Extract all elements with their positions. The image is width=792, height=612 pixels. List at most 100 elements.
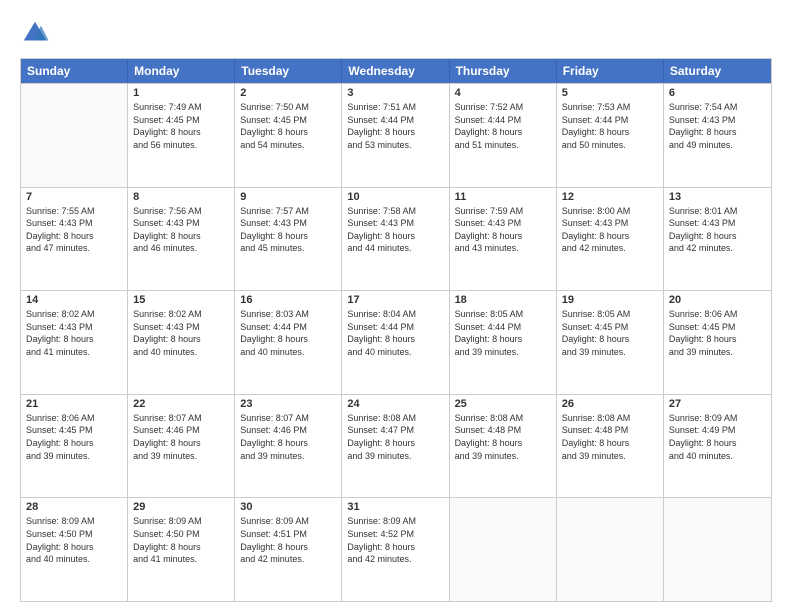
calendar-cell: 14Sunrise: 8:02 AMSunset: 4:43 PMDayligh… (21, 291, 128, 394)
cell-line: and 39 minutes. (562, 450, 658, 463)
cell-line: Daylight: 8 hours (455, 126, 551, 139)
cell-line: Sunset: 4:43 PM (562, 217, 658, 230)
cell-line: and 44 minutes. (347, 242, 443, 255)
calendar-cell: 9Sunrise: 7:57 AMSunset: 4:43 PMDaylight… (235, 188, 342, 291)
day-number: 27 (669, 398, 766, 410)
cell-line: and 39 minutes. (455, 450, 551, 463)
day-number: 13 (669, 191, 766, 203)
cell-line: Daylight: 8 hours (669, 333, 766, 346)
cell-line: Sunset: 4:51 PM (240, 528, 336, 541)
cell-line: Daylight: 8 hours (347, 230, 443, 243)
cell-line: Sunset: 4:44 PM (455, 114, 551, 127)
cell-line: Sunrise: 7:52 AM (455, 101, 551, 114)
cell-line: Sunset: 4:43 PM (455, 217, 551, 230)
day-number: 28 (26, 501, 122, 513)
cell-line: Daylight: 8 hours (133, 230, 229, 243)
cell-line: Sunset: 4:43 PM (26, 321, 122, 334)
cell-line: Sunrise: 7:49 AM (133, 101, 229, 114)
cell-line: and 39 minutes. (347, 450, 443, 463)
calendar-cell: 30Sunrise: 8:09 AMSunset: 4:51 PMDayligh… (235, 498, 342, 601)
cell-line: Daylight: 8 hours (455, 437, 551, 450)
cell-line: Daylight: 8 hours (347, 126, 443, 139)
cell-line: Daylight: 8 hours (562, 230, 658, 243)
day-number: 23 (240, 398, 336, 410)
cell-line: Daylight: 8 hours (455, 333, 551, 346)
cell-line: Sunrise: 8:02 AM (133, 308, 229, 321)
calendar-cell: 12Sunrise: 8:00 AMSunset: 4:43 PMDayligh… (557, 188, 664, 291)
cell-line: and 39 minutes. (455, 346, 551, 359)
cell-line: Daylight: 8 hours (26, 437, 122, 450)
cell-line: Sunset: 4:45 PM (26, 424, 122, 437)
cell-line: and 39 minutes. (669, 346, 766, 359)
cell-line: Daylight: 8 hours (669, 437, 766, 450)
cell-line: and 50 minutes. (562, 139, 658, 152)
day-number: 10 (347, 191, 443, 203)
cell-line: Sunrise: 7:54 AM (669, 101, 766, 114)
cell-line: and 45 minutes. (240, 242, 336, 255)
calendar-header-cell: Tuesday (235, 59, 342, 83)
cell-line: Daylight: 8 hours (562, 126, 658, 139)
day-number: 14 (26, 294, 122, 306)
cell-line: and 49 minutes. (669, 139, 766, 152)
cell-line: Sunset: 4:48 PM (562, 424, 658, 437)
calendar-cell: 31Sunrise: 8:09 AMSunset: 4:52 PMDayligh… (342, 498, 449, 601)
calendar-header-cell: Wednesday (342, 59, 449, 83)
day-number: 25 (455, 398, 551, 410)
calendar-cell: 10Sunrise: 7:58 AMSunset: 4:43 PMDayligh… (342, 188, 449, 291)
cell-line: Sunrise: 8:08 AM (562, 412, 658, 425)
day-number: 15 (133, 294, 229, 306)
logo (20, 18, 54, 48)
cell-line: Daylight: 8 hours (347, 437, 443, 450)
calendar-cell: 1Sunrise: 7:49 AMSunset: 4:45 PMDaylight… (128, 84, 235, 187)
cell-line: Sunset: 4:43 PM (669, 217, 766, 230)
calendar-cell: 8Sunrise: 7:56 AMSunset: 4:43 PMDaylight… (128, 188, 235, 291)
day-number: 18 (455, 294, 551, 306)
calendar-cell: 29Sunrise: 8:09 AMSunset: 4:50 PMDayligh… (128, 498, 235, 601)
day-number: 20 (669, 294, 766, 306)
cell-line: Sunrise: 7:55 AM (26, 205, 122, 218)
cell-line: Sunset: 4:50 PM (26, 528, 122, 541)
calendar-cell (557, 498, 664, 601)
calendar-week: 1Sunrise: 7:49 AMSunset: 4:45 PMDaylight… (21, 83, 771, 187)
calendar-cell (450, 498, 557, 601)
cell-line: Sunrise: 7:59 AM (455, 205, 551, 218)
calendar-cell: 5Sunrise: 7:53 AMSunset: 4:44 PMDaylight… (557, 84, 664, 187)
cell-line: Sunrise: 8:01 AM (669, 205, 766, 218)
day-number: 6 (669, 87, 766, 99)
cell-line: Sunset: 4:49 PM (669, 424, 766, 437)
cell-line: and 40 minutes. (347, 346, 443, 359)
cell-line: Daylight: 8 hours (133, 437, 229, 450)
cell-line: Sunrise: 8:08 AM (455, 412, 551, 425)
cell-line: Sunrise: 8:07 AM (240, 412, 336, 425)
calendar-cell: 26Sunrise: 8:08 AMSunset: 4:48 PMDayligh… (557, 395, 664, 498)
cell-line: Daylight: 8 hours (669, 126, 766, 139)
calendar-cell: 18Sunrise: 8:05 AMSunset: 4:44 PMDayligh… (450, 291, 557, 394)
cell-line: Daylight: 8 hours (562, 333, 658, 346)
cell-line: Sunrise: 7:50 AM (240, 101, 336, 114)
logo-icon (20, 18, 50, 48)
cell-line: and 40 minutes. (669, 450, 766, 463)
cell-line: Daylight: 8 hours (26, 230, 122, 243)
calendar-cell: 3Sunrise: 7:51 AMSunset: 4:44 PMDaylight… (342, 84, 449, 187)
cell-line: Sunset: 4:43 PM (347, 217, 443, 230)
cell-line: and 47 minutes. (26, 242, 122, 255)
calendar-week: 28Sunrise: 8:09 AMSunset: 4:50 PMDayligh… (21, 497, 771, 601)
cell-line: Sunrise: 7:53 AM (562, 101, 658, 114)
calendar-cell: 17Sunrise: 8:04 AMSunset: 4:44 PMDayligh… (342, 291, 449, 394)
cell-line: Sunrise: 8:06 AM (26, 412, 122, 425)
cell-line: Sunset: 4:46 PM (240, 424, 336, 437)
cell-line: and 39 minutes. (133, 450, 229, 463)
cell-line: Sunrise: 8:05 AM (455, 308, 551, 321)
cell-line: Sunset: 4:45 PM (240, 114, 336, 127)
day-number: 31 (347, 501, 443, 513)
day-number: 4 (455, 87, 551, 99)
calendar-cell: 11Sunrise: 7:59 AMSunset: 4:43 PMDayligh… (450, 188, 557, 291)
cell-line: Sunset: 4:44 PM (347, 114, 443, 127)
cell-line: Daylight: 8 hours (455, 230, 551, 243)
cell-line: and 43 minutes. (455, 242, 551, 255)
cell-line: and 41 minutes. (26, 346, 122, 359)
calendar-cell: 15Sunrise: 8:02 AMSunset: 4:43 PMDayligh… (128, 291, 235, 394)
cell-line: and 46 minutes. (133, 242, 229, 255)
cell-line: and 40 minutes. (240, 346, 336, 359)
calendar-cell (21, 84, 128, 187)
